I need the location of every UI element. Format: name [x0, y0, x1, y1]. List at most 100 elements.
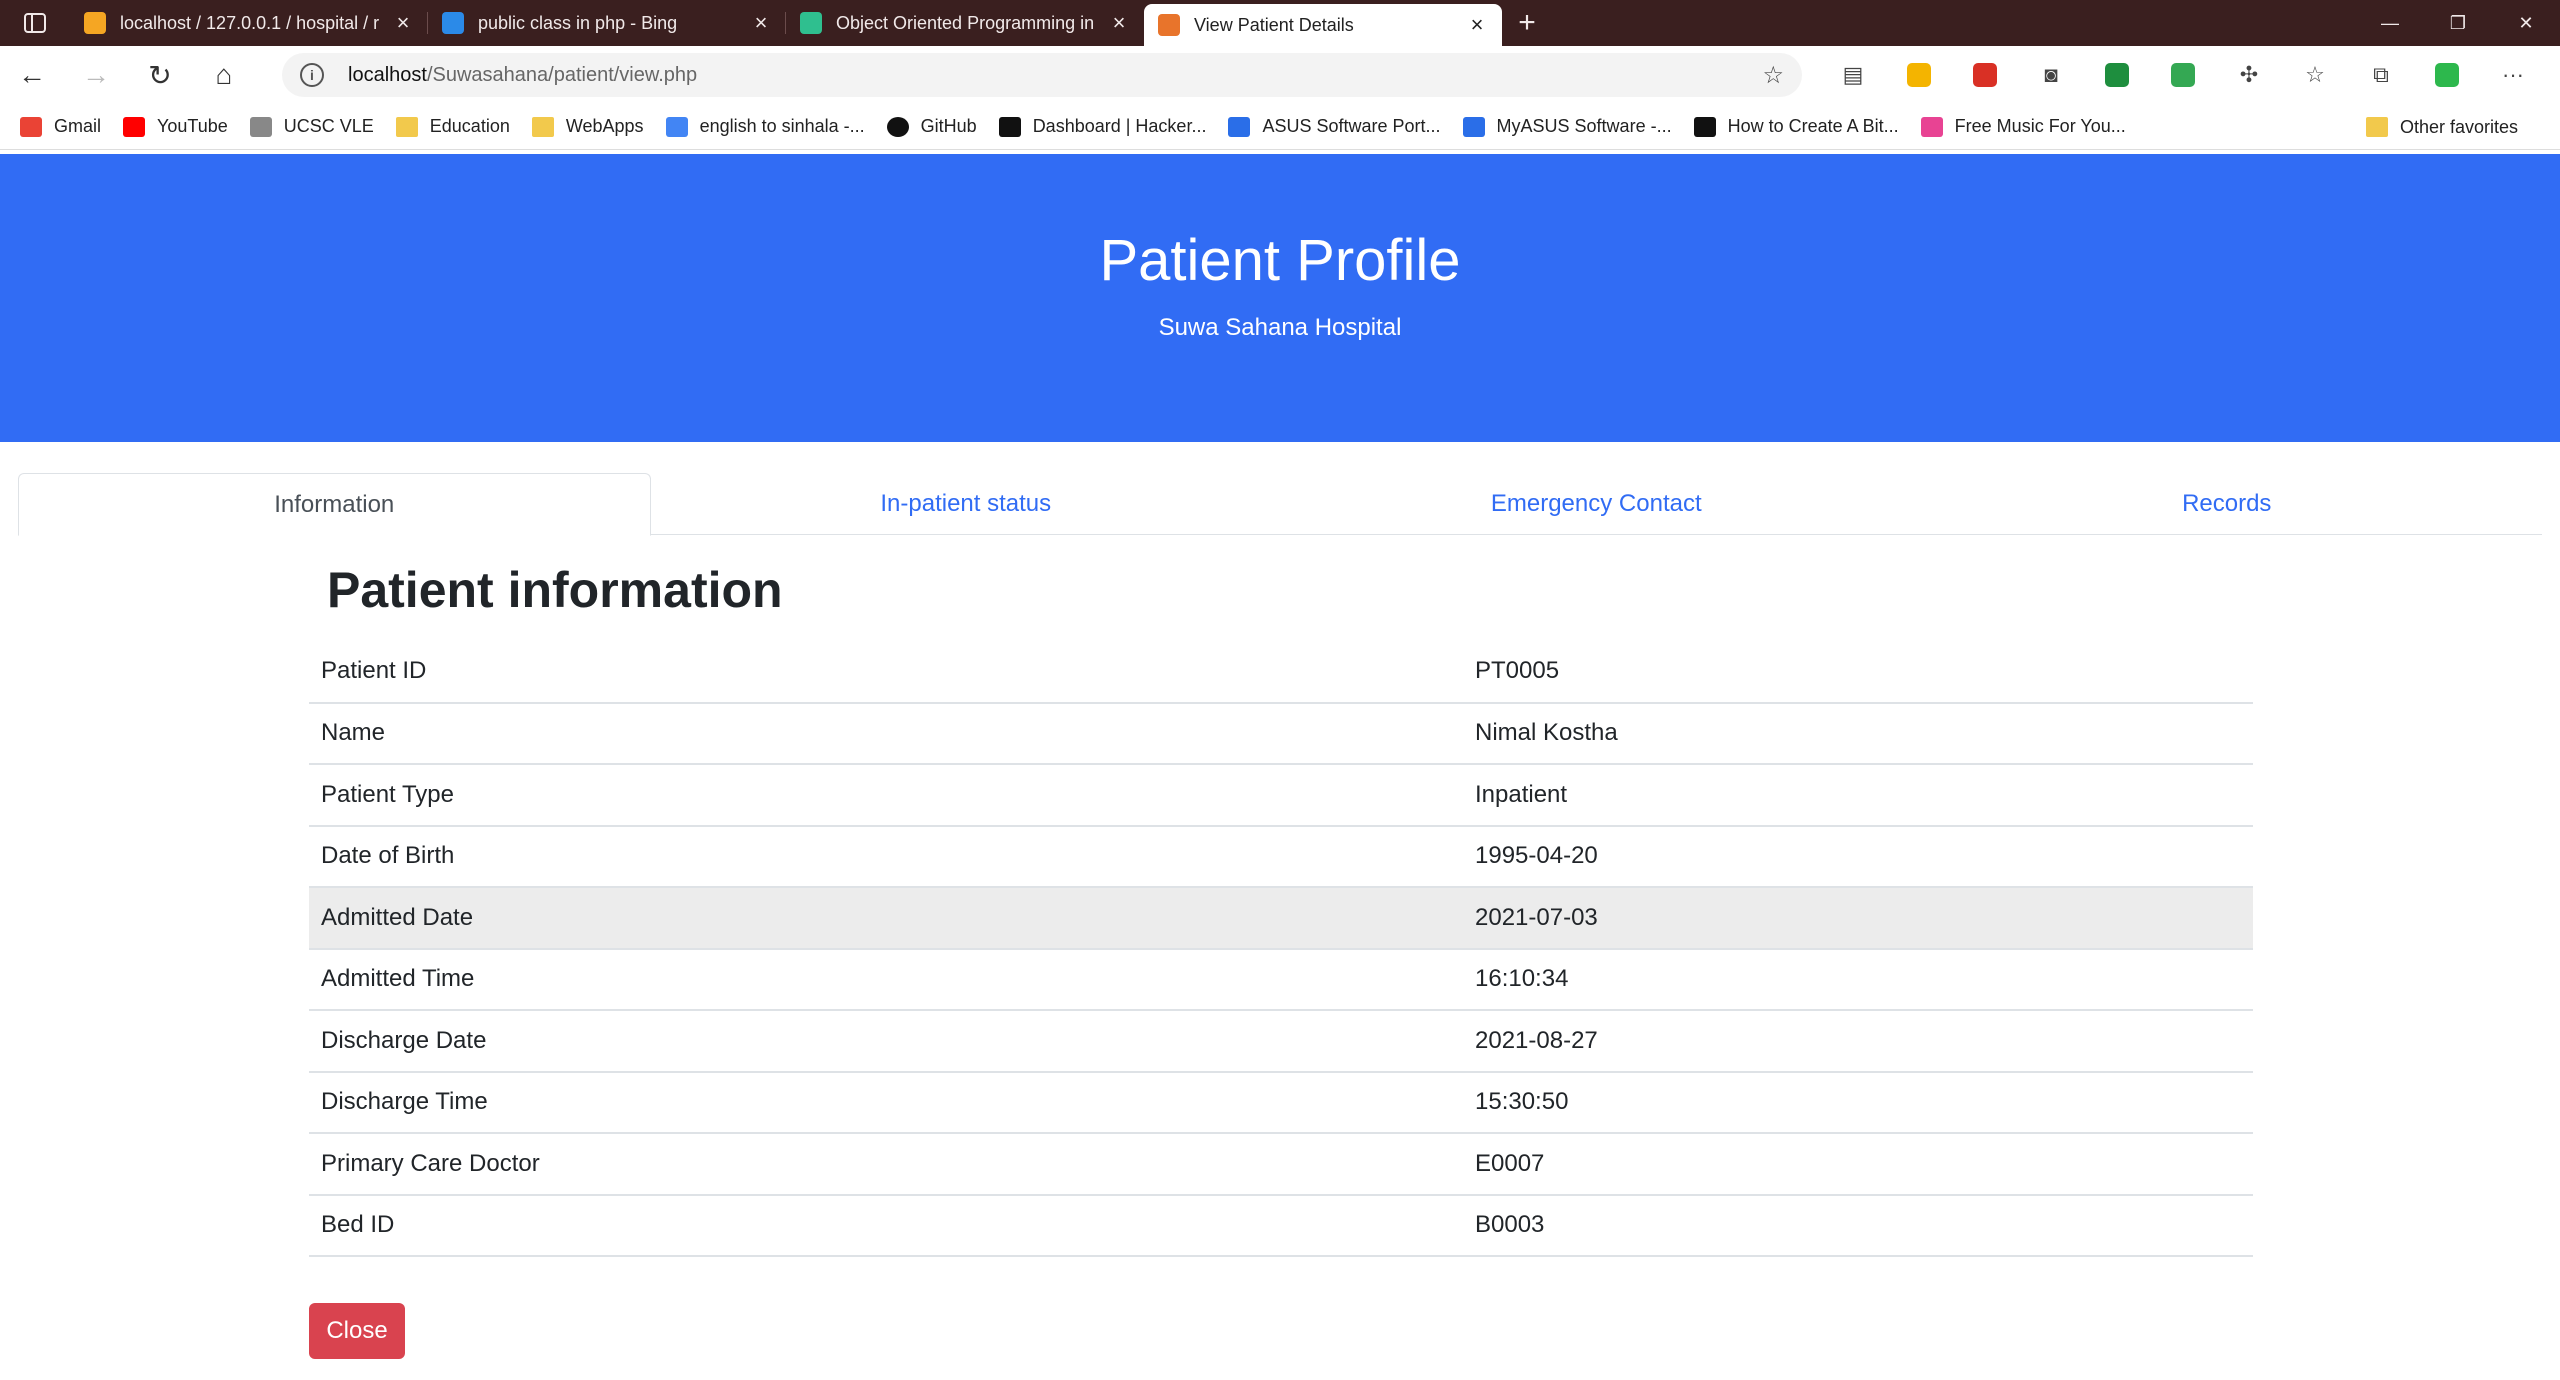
row-value: 16:10:34 [1463, 948, 2253, 1011]
hackerrank-icon [998, 116, 1021, 137]
page-subtitle: Suwa Sahana Hospital [1158, 314, 1402, 341]
section-title: Patient information [327, 562, 783, 618]
row-label: Name [309, 702, 1463, 765]
browser-tab-strip: localhost / 127.0.0.1 / hospital / r × p… [0, 0, 2560, 46]
folder-icon [2365, 117, 2388, 137]
vpn-shield-icon[interactable] [2084, 63, 2150, 87]
browser-tab[interactable]: public class in php - Bing × [428, 0, 786, 46]
table-row: Discharge Time 15:30:50 [309, 1071, 2253, 1134]
row-value: 1995-04-20 [1463, 825, 2253, 888]
patient-info-table: Patient ID PT0005 Name Nimal Kostha Patien… [309, 641, 2253, 1257]
favorites-icon[interactable]: ☆ [2282, 62, 2348, 88]
close-tab-icon[interactable]: × [750, 10, 772, 36]
extensions-puzzle-icon[interactable]: ✣ [2216, 62, 2282, 88]
address-bar[interactable]: i localhost/Suwasahana/patient/view.php … [282, 53, 1802, 97]
bookmark-webapps[interactable]: WebApps [531, 116, 644, 137]
close-window-icon[interactable]: ✕ [2492, 0, 2560, 46]
bookmark-hackerrank[interactable]: Dashboard | Hacker... [998, 116, 1207, 137]
address-host: localhost [348, 63, 427, 86]
back-icon[interactable]: ← [0, 46, 64, 104]
home-icon[interactable]: ⌂ [192, 46, 256, 104]
bookmark-myasus[interactable]: MyASUS Software -... [1462, 116, 1672, 137]
asus-icon [1462, 116, 1485, 137]
row-label: Patient ID [309, 641, 1463, 704]
bookmark-label: Education [429, 116, 510, 136]
extension-icon[interactable] [1886, 63, 1952, 87]
row-value: PT0005 [1463, 641, 2253, 704]
row-value: 2021-08-27 [1463, 1010, 2253, 1073]
site-info-icon[interactable]: i [300, 63, 324, 87]
bookmark-github[interactable]: GitHub [886, 116, 977, 137]
tab-actions-icon [24, 13, 46, 33]
close-button[interactable]: Close [309, 1303, 405, 1359]
profile-tabs: Information In-patient status Emergency … [18, 473, 2543, 536]
close-tab-icon[interactable]: × [1466, 12, 1488, 38]
window-controls: — ❐ ✕ [2356, 0, 2560, 46]
row-label: Admitted Time [309, 948, 1463, 1011]
tab-records[interactable]: Records [1912, 473, 2543, 534]
medium-icon [1693, 116, 1716, 137]
browser-tab[interactable]: localhost / 127.0.0.1 / hospital / r × [70, 0, 428, 46]
bookmark-label: Free Music For You... [1954, 116, 2126, 136]
close-tab-icon[interactable]: × [1108, 10, 1130, 36]
google-icon [665, 116, 688, 137]
reading-view-icon[interactable]: ▤ [1820, 62, 1886, 88]
tab-emergency-contact[interactable]: Emergency Contact [1281, 473, 1912, 534]
youtube-icon [123, 116, 146, 137]
patient-information-panel: Patient information Patient ID PT0005 Nam… [309, 555, 2253, 1257]
row-label: Discharge Date [309, 1010, 1463, 1073]
bookmark-other-favorites[interactable]: Other favorites [2365, 104, 2518, 150]
green-extension-icon[interactable] [2414, 63, 2480, 87]
bookmark-youtube[interactable]: YouTube [123, 116, 228, 137]
bookmark-label: Gmail [54, 116, 102, 136]
shield-icon[interactable] [1952, 63, 2018, 87]
tab-information[interactable]: Information [18, 473, 651, 536]
table-row: Date of Birth 1995-04-20 [309, 825, 2253, 888]
minimize-icon[interactable]: — [2356, 0, 2424, 46]
row-value: Inpatient [1463, 764, 2253, 827]
refresh-icon[interactable]: ↻ [128, 46, 192, 104]
maximize-icon[interactable]: ❐ [2424, 0, 2492, 46]
row-value: E0007 [1463, 1133, 2253, 1196]
music-icon [1920, 116, 1943, 137]
page-header: Patient Profile Suwa Sahana Hospital [0, 154, 2560, 442]
bookmark-medium[interactable]: How to Create A Bit... [1693, 116, 1899, 137]
row-label: Patient Type [309, 764, 1463, 827]
ucsc-icon [249, 116, 272, 137]
github-icon [886, 116, 909, 137]
browser-tab[interactable]: Object Oriented Programming in × [786, 0, 1144, 46]
new-tab-button[interactable]: + [1502, 0, 1552, 46]
phpmyadmin-icon [84, 12, 106, 34]
bookmark-education[interactable]: Education [395, 116, 510, 137]
row-value: B0003 [1463, 1194, 2253, 1257]
add-favorite-icon[interactable]: ☆ [1762, 61, 1784, 90]
bookmark-label: ASUS Software Port... [1262, 116, 1441, 136]
bookmark-asus-portal[interactable]: ASUS Software Port... [1228, 116, 1441, 137]
camera-icon[interactable]: ◙ [2018, 62, 2084, 88]
table-row-hovered: Admitted Date 2021-07-03 [309, 887, 2253, 950]
bookmark-label: Other favorites [2399, 116, 2518, 137]
folder-icon [395, 116, 418, 137]
address-path: /Suwasahana/patient/view.php [426, 63, 698, 86]
tab-inpatient-status[interactable]: In-patient status [651, 473, 1282, 534]
forward-icon[interactable]: → [64, 46, 128, 104]
bookmark-label: GitHub [920, 116, 977, 136]
more-menu-icon[interactable]: ··· [2480, 62, 2546, 88]
bookmark-label: Dashboard | Hacker... [1032, 116, 1207, 136]
tab-title: View Patient Details [1194, 14, 1354, 35]
close-tab-icon[interactable]: × [392, 10, 414, 36]
bookmark-label: YouTube [157, 116, 228, 136]
collections-icon[interactable]: ⧉ [2348, 62, 2414, 88]
asus-icon [1228, 116, 1251, 137]
bookmark-ucsc-vle[interactable]: UCSC VLE [249, 116, 374, 137]
tab-actions-button[interactable] [0, 0, 70, 46]
bookmark-translate[interactable]: english to sinhala -... [665, 116, 865, 137]
bookmark-gmail[interactable]: Gmail [20, 116, 101, 137]
table-row: Discharge Date 2021-08-27 [309, 1010, 2253, 1073]
browser-tab-active[interactable]: View Patient Details × [1144, 4, 1502, 46]
row-label: Admitted Date [309, 887, 1463, 950]
bug-icon[interactable] [2150, 63, 2216, 87]
browser-toolbar: ← → ↻ ⌂ i localhost/Suwasahana/patient/v… [0, 46, 2560, 104]
row-value: 2021-07-03 [1463, 887, 2253, 950]
bookmark-free-music[interactable]: Free Music For You... [1920, 116, 2126, 137]
